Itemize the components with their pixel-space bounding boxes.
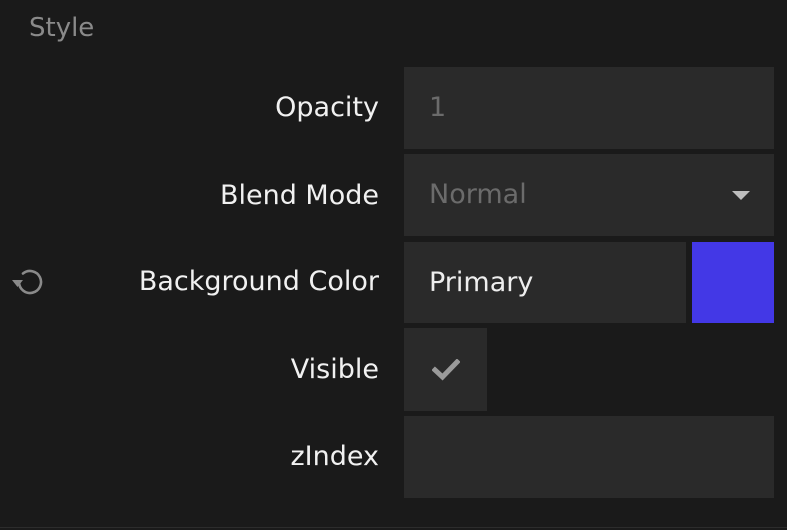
chevron-down-icon <box>732 191 750 200</box>
style-panel: Style Opacity 1 Blend Mode Normal Backgr… <box>0 0 787 530</box>
blend-mode-select[interactable]: Normal <box>404 154 774 236</box>
visible-checkbox[interactable] <box>404 328 487 411</box>
blend-mode-value: Normal <box>429 179 527 210</box>
divider <box>0 527 787 528</box>
background-color-value: Primary <box>429 266 534 298</box>
background-color-input[interactable]: Primary <box>404 242 686 323</box>
blend-mode-label: Blend Mode <box>219 180 379 211</box>
background-color-label: Background Color <box>138 266 379 297</box>
section-title: Style <box>29 13 95 43</box>
opacity-value: 1 <box>429 92 447 123</box>
zindex-input[interactable] <box>404 416 774 498</box>
zindex-label: zIndex <box>290 441 379 472</box>
opacity-label: Opacity <box>275 92 379 123</box>
reset-icon[interactable] <box>10 264 50 300</box>
color-swatch[interactable] <box>692 242 774 323</box>
check-icon <box>431 358 460 381</box>
opacity-input[interactable]: 1 <box>404 67 774 149</box>
visible-label: Visible <box>290 354 379 385</box>
